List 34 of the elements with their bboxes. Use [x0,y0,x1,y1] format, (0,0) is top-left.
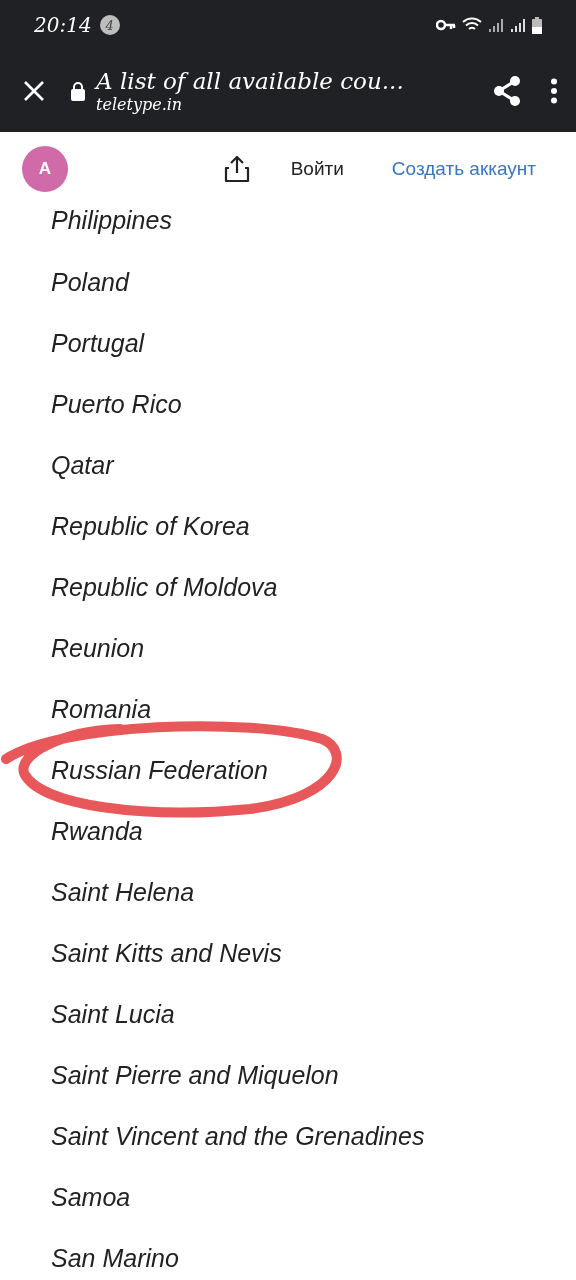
upload-share-icon[interactable] [222,154,251,183]
country-name: Romania [51,693,152,724]
key-icon [436,19,456,31]
more-menu-icon[interactable] [550,78,558,104]
country-name: Rwanda [51,815,143,846]
country-name: San Marino [51,1242,179,1273]
country-name: Saint Pierre and Miquelon [51,1059,339,1090]
page-domain: teletype.in [96,95,183,115]
signup-link[interactable]: Создать аккаунт [391,157,536,180]
country-name: Russian Federation [51,754,268,785]
country-name: Republic of Korea [51,510,250,541]
user-avatar[interactable]: A [22,145,68,192]
page-title: A list of all available cou... [96,67,404,95]
country-name: Saint Lucia [51,998,175,1029]
country-name: Saint Kitts and Nevis [51,937,282,968]
country-name: Republic of Moldova [51,571,278,602]
country-name: Saint Vincent and the Grenadines [51,1120,425,1151]
country-name: Puerto Rico [51,388,182,419]
signal-icon [510,17,526,33]
close-icon[interactable] [22,79,46,103]
signal-icon [488,17,504,33]
share-icon[interactable] [492,75,522,107]
battery-icon [532,16,542,34]
country-name: Qatar [51,449,114,480]
country-name: Philippines [51,205,172,235]
country-name: Saint Helena [51,876,195,907]
country-name: Reunion [51,632,145,663]
notification-badge: 4 [99,15,120,35]
country-name: Poland [51,266,129,297]
country-name: Samoa [51,1181,131,1212]
login-link[interactable]: Войти [290,157,344,180]
clock-time: 20:14 [34,13,92,37]
country-name: Portugal [51,327,145,358]
lock-icon [70,81,86,101]
